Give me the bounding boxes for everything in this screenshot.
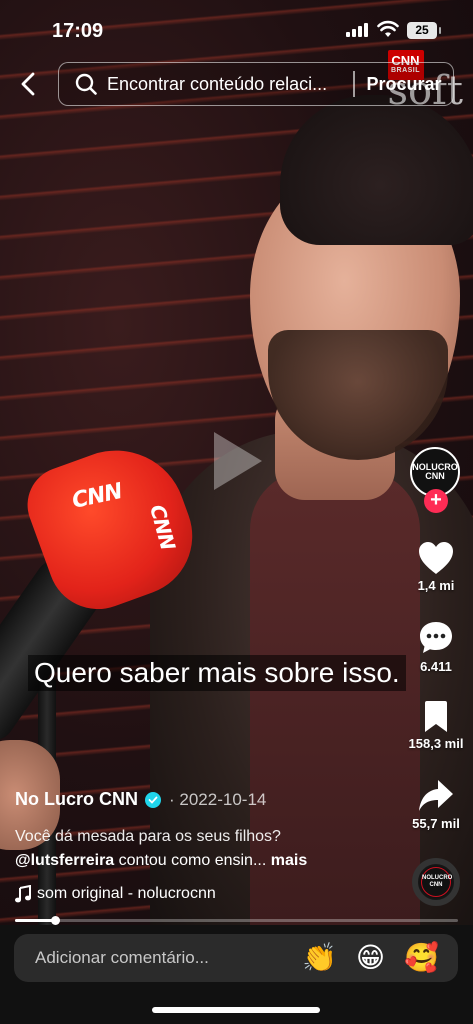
author-name[interactable]: No Lucro CNN [15, 789, 138, 810]
wifi-icon [377, 20, 399, 37]
heart-icon [419, 542, 453, 574]
home-indicator [152, 1007, 320, 1013]
back-button[interactable] [14, 68, 42, 100]
grin-emoji-button[interactable]: 😁 [356, 944, 385, 972]
share-count: 55,7 mil [412, 816, 460, 831]
search-input[interactable]: Encontrar conteúdo relaci... [107, 74, 347, 95]
status-bar: 17:09 25 [0, 0, 473, 60]
bookmark-icon [425, 701, 447, 732]
music-disc[interactable]: NOLUCRO CNN [412, 858, 460, 906]
post-description-line2: @lutsferreira contou como ensin... mais [15, 852, 307, 870]
author-line: No Lucro CNN · 2022-10-14 [15, 789, 266, 810]
play-icon[interactable] [210, 428, 266, 494]
verified-badge-icon [145, 791, 161, 808]
post-date-value: 2022-10-14 [179, 789, 267, 809]
music-disc-label: NOLUCRO CNN [421, 867, 453, 897]
hearts-emoji-button[interactable]: 🥰 [404, 944, 439, 972]
progress-fill [15, 919, 55, 922]
save-button[interactable]: 158,3 mil [396, 700, 473, 751]
search-divider [353, 71, 355, 97]
search-icon [75, 73, 97, 95]
search-bar[interactable]: Encontrar conteúdo relaci... Procurar [58, 62, 454, 106]
video-caption: Quero saber mais sobre isso. [28, 655, 406, 691]
status-time: 17:09 [52, 20, 104, 42]
post-description: Você dá mesada para os seus filhos? [15, 828, 281, 845]
clap-emoji-button[interactable]: 👏 [302, 944, 337, 972]
comment-count: 6.411 [420, 659, 452, 674]
share-button[interactable]: 55,7 mil [396, 778, 473, 831]
music-info[interactable]: som original - nolucrocnn [15, 885, 216, 903]
battery-icon: 25 [407, 22, 441, 39]
creator-avatar[interactable]: NOLUCRO CNN + [410, 447, 462, 513]
music-note-icon [15, 885, 31, 903]
comment-icon [420, 622, 452, 653]
like-button[interactable]: 1,4 mi [396, 540, 473, 593]
comment-button[interactable]: 6.411 [396, 619, 473, 674]
chevron-left-icon [21, 72, 35, 96]
disc-text-2: CNN [429, 882, 443, 888]
comment-input[interactable]: Adicionar comentário... 👏 😁 🥰 [14, 934, 458, 982]
cellular-signal-icon [346, 23, 368, 37]
video-hair [280, 95, 473, 245]
video-progress-bar[interactable] [15, 916, 458, 925]
avatar-text-2: CNN [425, 471, 445, 481]
bottom-bar: Adicionar comentário... 👏 😁 🥰 [0, 925, 473, 1024]
disc-text-1: NOLUCRO [422, 875, 453, 881]
comment-placeholder[interactable]: Adicionar comentário... [35, 948, 302, 968]
more-button[interactable]: mais [271, 852, 307, 869]
progress-thumb[interactable] [50, 916, 60, 925]
description-tail: contou como ensin... [114, 852, 267, 869]
music-title: som original - nolucrocnn [37, 885, 216, 902]
like-count: 1,4 mi [417, 578, 455, 593]
share-arrow-icon [419, 780, 453, 811]
follow-plus-icon[interactable]: + [424, 489, 448, 513]
save-count: 158,3 mil [408, 736, 464, 751]
post-date: · 2022-10-14 [169, 789, 267, 809]
mention-link[interactable]: @lutsferreira [15, 852, 114, 869]
search-button[interactable]: Procurar [367, 74, 442, 95]
